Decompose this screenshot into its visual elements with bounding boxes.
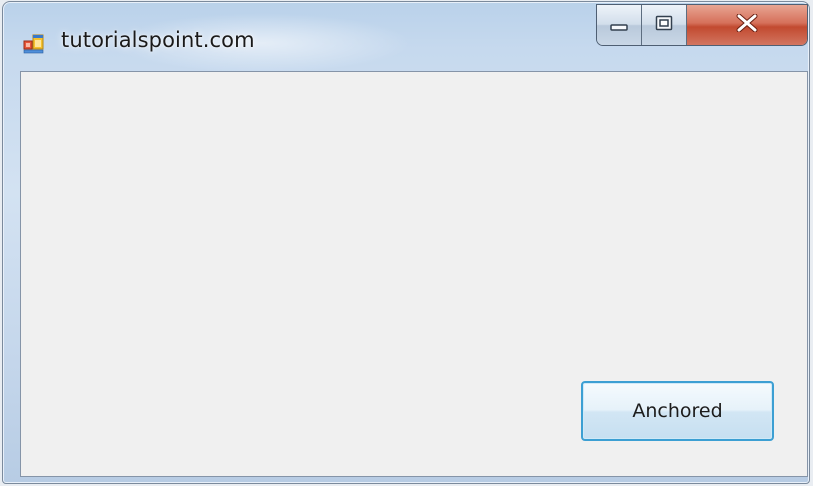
anchored-button[interactable]: Anchored [581,381,774,441]
app-window: tutorialspoint.com Anchored [2,1,810,484]
app-icon[interactable] [23,32,45,54]
minimize-icon [610,16,628,35]
caption-buttons [597,5,807,45]
maximize-icon [655,15,673,35]
minimize-button[interactable] [597,5,642,45]
form-client-area: Anchored [20,71,808,477]
close-icon [736,13,758,36]
title-bar[interactable]: tutorialspoint.com [2,1,810,73]
maximize-button[interactable] [642,5,687,45]
close-button[interactable] [687,5,807,45]
window-title: tutorialspoint.com [61,28,255,52]
